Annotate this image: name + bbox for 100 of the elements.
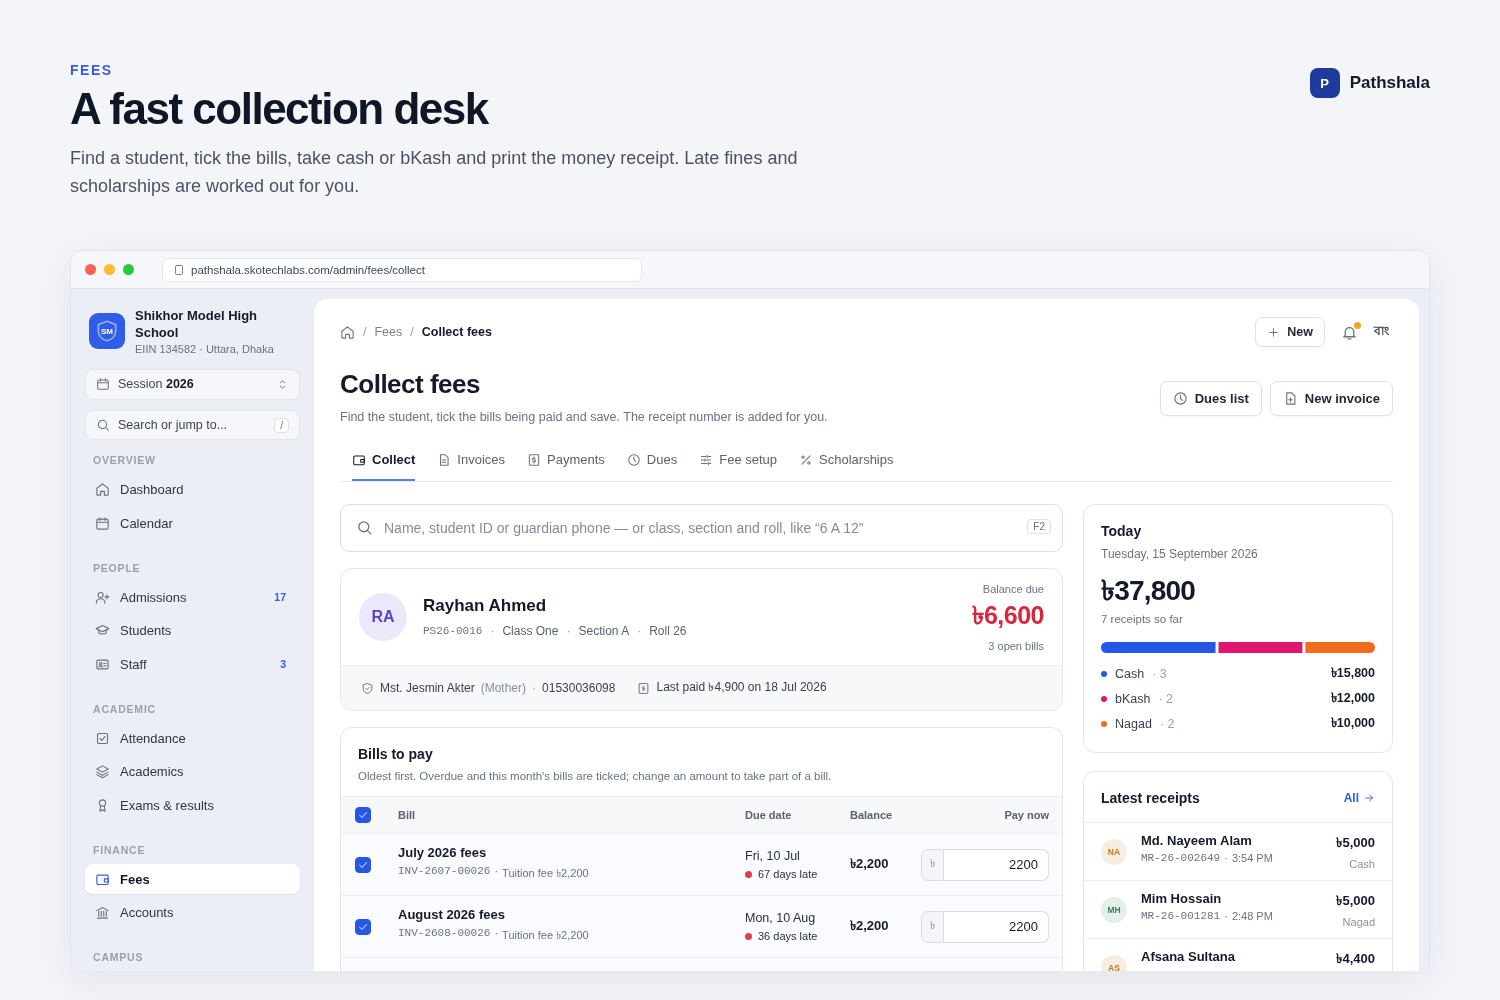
card-title: Today [1101,523,1143,539]
clock-icon [626,452,641,467]
receipt-amount: ৳4,400 [1336,950,1375,968]
all-receipts-link[interactable]: All [1343,791,1375,805]
receipt-name: Md. Nayeem Alam [1141,833,1253,848]
method-amount: ৳12,000 [1330,689,1375,707]
dues-list-button[interactable]: Dues list [1159,381,1262,416]
breadcrumb-item[interactable]: Fees [374,325,403,339]
home-icon [340,324,355,340]
bill-checkbox[interactable] [355,856,371,873]
sidebar-item[interactable]: Academics [85,756,300,788]
section-heading: ACADEMIC [93,702,157,715]
check-icon [357,809,369,821]
tab[interactable]: Scholarships [799,446,894,481]
search-field[interactable]: Search or jump to... / [85,409,300,441]
brand-name: Pathshala [1349,73,1430,93]
receipt-row[interactable]: AS Afsana Sultana ৳4,400 [1084,938,1392,971]
receipt-avatar: MH [1101,897,1127,923]
user-plus-icon [95,589,110,605]
receipts-count: 7 receipts so far [1101,613,1184,625]
sidebar-item[interactable]: Fees [85,863,300,895]
receipt-time: 2:48 PM [1231,910,1273,922]
calendar-icon [96,377,110,392]
invoice-number: INV-2607-00026 [398,865,491,879]
receipt-name: Afsana Sultana [1141,949,1235,964]
tab[interactable]: Fee setup [699,446,778,481]
dot-separator: · [1224,852,1228,864]
new-button[interactable]: New [1255,317,1325,347]
guardian-phone: 01530036098 [542,681,616,695]
session-selector[interactable]: Session 2026 [85,369,300,400]
card-title: Bills to pay [358,746,434,762]
currency-label: ৳ [921,910,944,943]
percent-icon [799,452,814,467]
receipt-row[interactable]: NA Md. Nayeem Alam MR-26-002649 · 3:54 PM ৳5,000 Cash [1084,822,1392,880]
balance-amount: ৳6,600 [972,599,1044,631]
sidebar-item[interactable]: Admissions 17 [85,581,300,613]
dot-separator: · [532,681,537,695]
tab[interactable]: Collect [352,446,416,481]
section-heading: OVERVIEW [93,454,157,467]
search-icon [356,519,373,536]
section-heading: PEOPLE [93,561,142,574]
language-toggle[interactable]: বাং [1374,322,1389,342]
select-all-checkbox[interactable] [355,807,371,823]
arrow-right-icon [1363,792,1375,804]
receipt-method: Cash [1348,858,1375,870]
student-id: PS26-0016 [423,625,483,637]
sidebar-item[interactable]: Attendance [85,722,300,754]
receipt-name: Mim Hossain [1141,891,1223,906]
page-subtitle: Find the student, tick the bills being paid and save. The receipt number is added for you. [340,410,828,424]
bill-checkbox[interactable] [355,918,371,935]
new-invoice-button[interactable]: New invoice [1269,381,1393,416]
student-detail: Class One [502,624,559,638]
bill-balance: ৳2,200 [850,855,890,873]
section-heading: CAMPUS [93,951,145,964]
minimize-window-dot[interactable] [104,264,115,275]
count-label: 3 [280,658,286,671]
sidebar-item[interactable]: Calendar [85,508,300,539]
student-avatar: RA [359,593,407,641]
address-bar[interactable]: pathshala.skotechlabs.com/admin/fees/collect [162,257,642,282]
school-logo: SM [89,313,125,349]
sidebar-item[interactable]: Students [85,615,300,647]
card-title: Latest receipts [1101,790,1200,806]
sidebar-item[interactable]: Exams & results [85,790,300,821]
checkbox-icon [95,730,110,746]
bill-title: August 2026 fees [398,907,506,922]
dot-separator: · [566,624,571,638]
notifications-button[interactable] [1341,323,1358,341]
receipt-avatar: AS [1101,955,1127,971]
receipt-method: Nagad [1341,916,1375,928]
clock-icon [1172,391,1188,406]
column-header: Bill [398,809,417,821]
receipt-avatar: NA [1101,839,1127,865]
dot-separator: · [494,927,499,941]
dot-separator: · [490,624,495,638]
pay-amount-field[interactable]: 2200 [944,848,1049,881]
close-window-dot[interactable] [85,264,96,275]
tab[interactable]: Dues [626,446,678,481]
wallet-icon [95,871,110,887]
dot-separator: · [494,865,499,879]
sidebar-item[interactable]: Staff 3 [85,649,300,680]
layers-icon [95,764,110,780]
student-name: Rayhan Ahmed [423,596,548,616]
search-icon [96,418,110,433]
maximize-window-dot[interactable] [123,264,134,275]
dollar-receipt-icon [527,452,542,467]
method-count: · 2 [1159,716,1175,731]
pay-amount-field[interactable]: 2200 [944,910,1049,943]
tab[interactable]: Payments [527,446,605,481]
balance-label: Balance due [981,582,1044,595]
tab[interactable]: Invoices [437,446,506,481]
method-count: · 2 [1158,691,1174,706]
hero-title: A fast collection desk [70,84,490,134]
sidebar-item[interactable]: Dashboard [85,474,300,506]
plus-icon [1267,325,1281,339]
column-header: Balance [850,809,894,821]
receipt-row[interactable]: MH Mim Hossain MR-26-001281 · 2:48 PM ৳5,000 Nagad [1084,880,1392,938]
breadcrumb-separator: / [363,325,367,339]
home-icon [95,482,110,498]
receipt-icon [637,681,651,695]
sidebar-item[interactable]: Accounts [85,897,300,929]
